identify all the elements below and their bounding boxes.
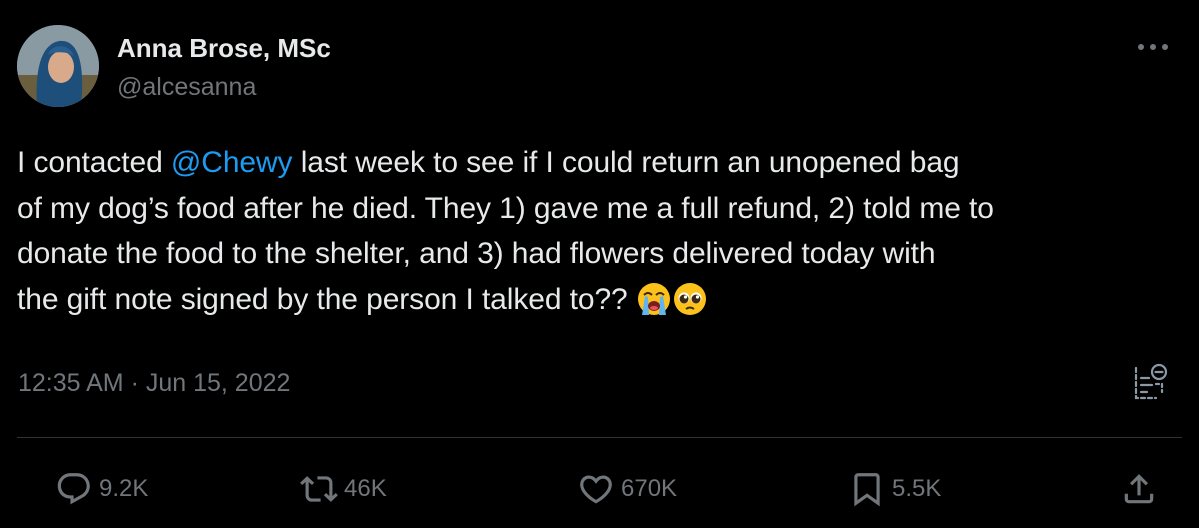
tweet: Anna Brose, MSc @alcesanna I contacted @… — [0, 0, 1199, 528]
retweet-button[interactable]: 46K — [300, 470, 387, 508]
tweet-text: I contacted @Chewy last week to see if I… — [17, 140, 1177, 322]
reply-count: 9.2K — [99, 475, 149, 502]
pleading-face-emoji — [672, 281, 708, 317]
tweet-text-segment: the gift note signed by the person I tal… — [17, 282, 628, 316]
author-handle[interactable]: @alcesanna — [117, 73, 256, 102]
tweet-text-line: I contacted @Chewy last week to see if I… — [17, 140, 1177, 186]
share-button[interactable] — [1120, 470, 1158, 508]
bookmark-count: 5.5K — [892, 475, 942, 502]
loudly-crying-face-emoji — [636, 281, 672, 317]
retweet-count: 46K — [344, 475, 387, 502]
tweet-text-segment: I contacted — [17, 146, 171, 179]
reply-button[interactable]: 9.2K — [55, 470, 148, 508]
more-options-icon[interactable] — [1135, 40, 1171, 54]
reply-icon — [57, 473, 90, 505]
tweet-text-segment: last week to see if I could return an un… — [292, 146, 960, 179]
like-button[interactable]: 670K — [577, 470, 677, 508]
tweet-text-line: the gift note signed by the person I tal… — [17, 277, 1177, 323]
like-count: 670K — [621, 475, 678, 502]
mention-link[interactable]: @Chewy — [171, 146, 293, 179]
heart-icon — [580, 475, 612, 504]
avatar-image — [17, 25, 99, 107]
bookmark-icon — [854, 473, 880, 507]
bookmark-button[interactable]: 5.5K — [848, 470, 941, 508]
tweet-text-line: donate the food to the shelter, and 3) h… — [17, 237, 936, 270]
tweet-timestamp[interactable]: 12:35 AM · Jun 15, 2022 — [18, 369, 290, 398]
avatar[interactable] — [17, 25, 99, 107]
retweet-icon — [300, 476, 338, 502]
share-icon — [1124, 474, 1154, 504]
analytics-icon[interactable] — [1132, 362, 1170, 402]
tweet-text-line: of my dog’s food after he died. They 1) … — [17, 191, 994, 225]
author-display-name[interactable]: Anna Brose, MSc — [117, 33, 331, 64]
divider — [17, 437, 1182, 438]
